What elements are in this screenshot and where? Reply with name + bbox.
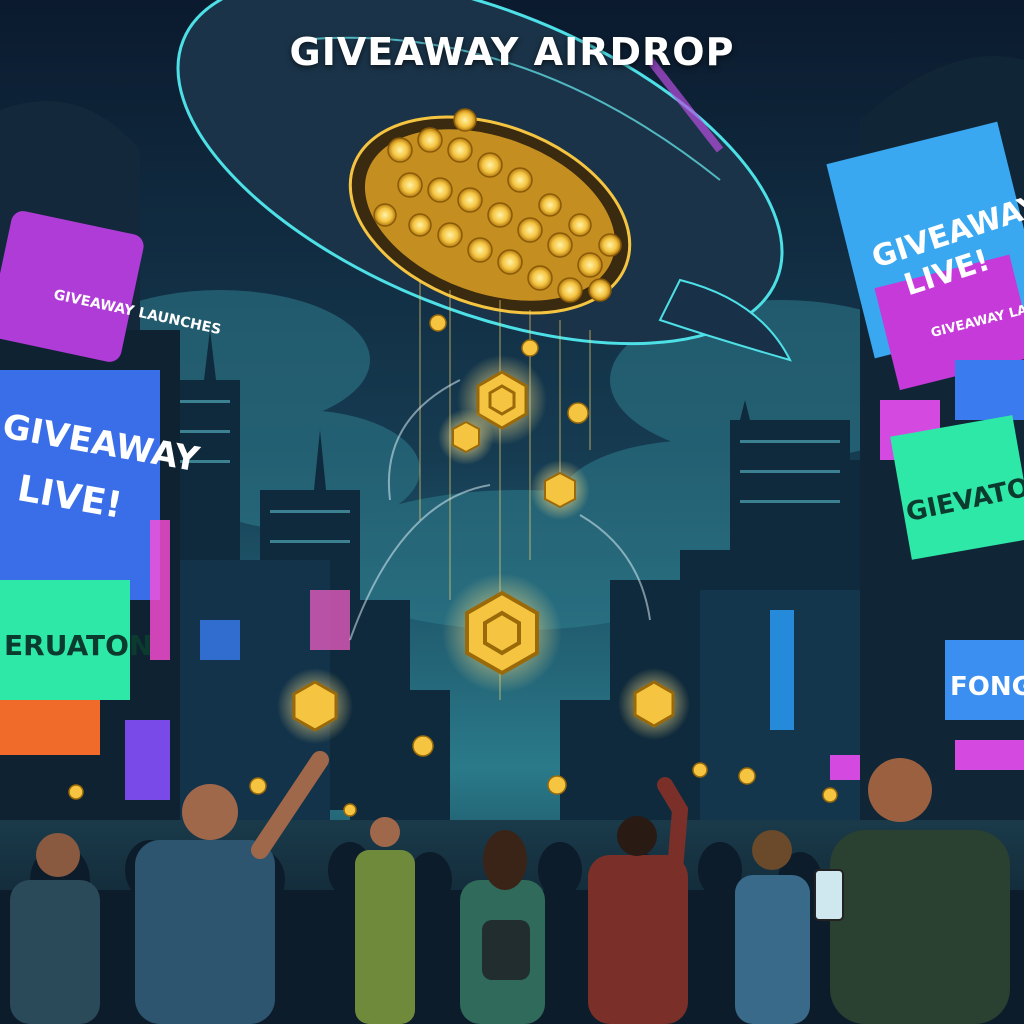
page-title: GIVEAWAY AIRDROP (289, 30, 735, 74)
scene-illustration: GIVEAWAY LAUNCHES GIVEAWAY LIVE! ERUATON… (0, 0, 1024, 1024)
sign-left-green: ERUATON (4, 629, 152, 662)
airdrop-scene: GIVEAWAY LAUNCHES GIVEAWAY LIVE! ERUATON… (0, 0, 1024, 1024)
sign-right-blue: FONG (950, 672, 1024, 702)
